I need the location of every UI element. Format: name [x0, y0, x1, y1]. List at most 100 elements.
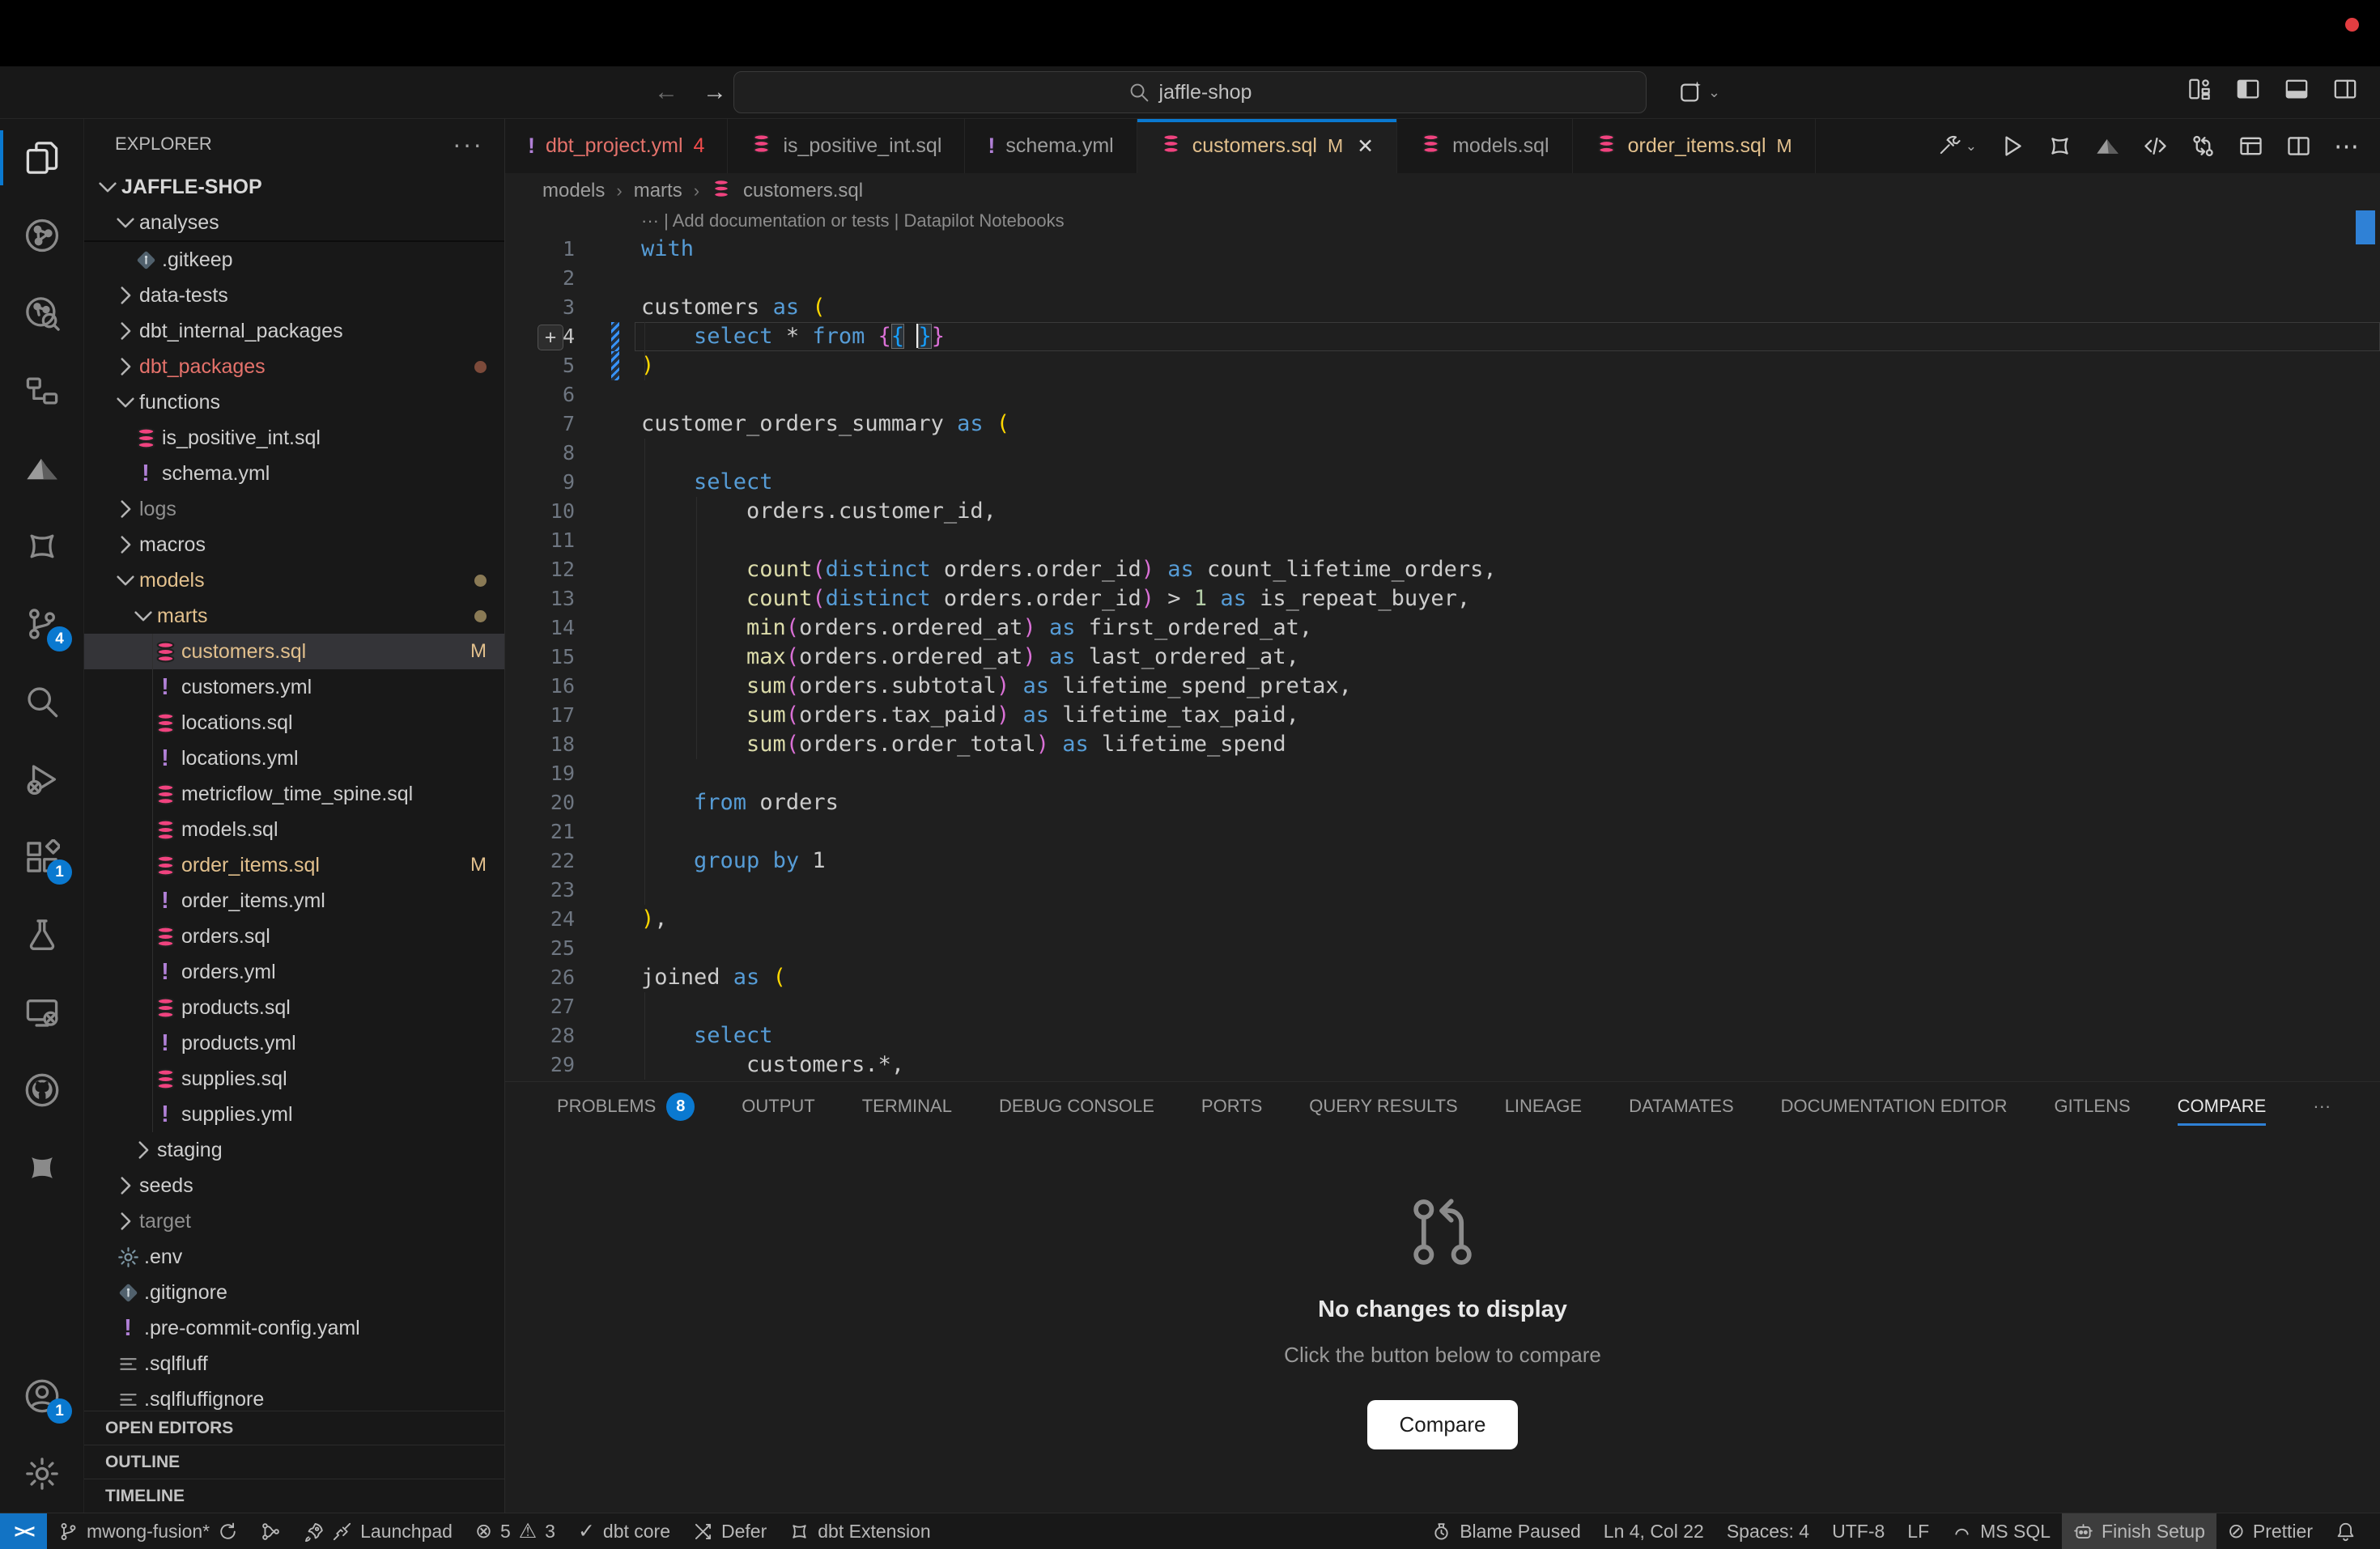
more-actions-button[interactable]: ⋯: [2334, 134, 2359, 159]
activity-dbt-power-user-filled[interactable]: [0, 1129, 83, 1207]
code-line-29[interactable]: 29 customers.*,: [505, 1050, 2380, 1080]
tree-item-products.sql[interactable]: products.sql: [84, 990, 504, 1025]
nav-forward-button[interactable]: →: [703, 79, 727, 106]
language-mode-status[interactable]: MS SQL: [1940, 1513, 2062, 1549]
activity-settings[interactable]: [0, 1435, 83, 1513]
tree-item-supplies.sql[interactable]: supplies.sql: [84, 1061, 504, 1097]
tree-item-order_items.yml[interactable]: !order_items.yml: [84, 883, 504, 919]
tree-item-locations.yml[interactable]: !locations.yml: [84, 741, 504, 776]
tree-item-target[interactable]: target: [84, 1203, 504, 1239]
code-line-12[interactable]: 12 count(distinct orders.order_id) as co…: [505, 555, 2380, 584]
tree-item-models.sql[interactable]: models.sql: [84, 812, 504, 847]
code-line-1[interactable]: 1with: [505, 235, 2380, 264]
code-line-20[interactable]: 20 from orders: [505, 788, 2380, 817]
panel-tab-gitlens[interactable]: GITLENS: [2055, 1082, 2131, 1131]
panel-tab-compare[interactable]: COMPARE: [2178, 1082, 2267, 1131]
notifications-status[interactable]: [2324, 1513, 2367, 1549]
dbt-build-button[interactable]: ⌄: [1937, 134, 1977, 159]
tree-item-staging[interactable]: staging: [84, 1132, 504, 1168]
defer-status[interactable]: Defer: [682, 1513, 778, 1549]
section-timeline[interactable]: TIMELINE: [84, 1479, 504, 1513]
dbt-core-status[interactable]: ✓dbt core: [567, 1513, 682, 1549]
tree-item-dbt_internal_packages[interactable]: dbt_internal_packages: [84, 313, 504, 349]
tab-models.sql[interactable]: models.sql: [1397, 119, 1573, 173]
compare-button[interactable]: Compare: [1367, 1400, 1519, 1449]
more-actions-icon[interactable]: ···: [453, 129, 483, 159]
activity-accounts[interactable]: 1: [0, 1357, 83, 1435]
tree-item-metricflow_time_spine.sql[interactable]: metricflow_time_spine.sql: [84, 776, 504, 812]
activity-dbt-power-user[interactable]: [0, 507, 83, 585]
tree-item-supplies.yml[interactable]: !supplies.yml: [84, 1097, 504, 1132]
customize-layout-button[interactable]: [2187, 77, 2212, 108]
breadcrumb-item[interactable]: models: [542, 180, 605, 202]
command-center-search[interactable]: jaffle-shop: [733, 71, 1647, 113]
dbt-power-user-button[interactable]: [2047, 134, 2072, 159]
tree-item-marts[interactable]: marts: [84, 598, 504, 634]
code-line-4[interactable]: +4 select * from {{ }}: [505, 322, 2380, 351]
panel-tab-debug-console[interactable]: DEBUG CONSOLE: [999, 1082, 1154, 1131]
tab-order_items.sql[interactable]: order_items.sqlM: [1573, 119, 1816, 173]
activity-source-control[interactable]: 4: [0, 585, 83, 663]
breadcrumb[interactable]: models›marts›customers.sql: [505, 173, 2380, 209]
code-line-11[interactable]: 11: [505, 526, 2380, 555]
tab-dbt_project.yml[interactable]: !dbt_project.yml4: [505, 119, 728, 173]
code-line-10[interactable]: 10 orders.customer_id,: [505, 497, 2380, 526]
prettier-status[interactable]: ⊘Prettier: [2216, 1513, 2324, 1549]
tree-item-.env[interactable]: .env: [84, 1239, 504, 1275]
tree-item-dbt_packages[interactable]: dbt_packages: [84, 349, 504, 384]
code-line-26[interactable]: 26joined as (: [505, 963, 2380, 992]
code-line-28[interactable]: 28 select: [505, 1021, 2380, 1050]
activity-extensions[interactable]: 1: [0, 818, 83, 896]
tree-item-.sqlfluffignore[interactable]: .sqlfluffignore: [84, 1381, 504, 1411]
tree-item-JAFFLE-SHOP[interactable]: JAFFLE-SHOP: [84, 169, 504, 205]
panel-tab-ports[interactable]: PORTS: [1201, 1082, 1262, 1131]
code-line-15[interactable]: 15 max(orders.ordered_at) as last_ordere…: [505, 643, 2380, 672]
indentation-status[interactable]: Spaces: 4: [1715, 1513, 1821, 1549]
toggle-secondary-sidebar-button[interactable]: [2333, 77, 2357, 108]
tree-item-customers.sql[interactable]: customers.sqlM: [84, 634, 504, 669]
encoding-status[interactable]: UTF-8: [1821, 1513, 1896, 1549]
panel-tab-output[interactable]: OUTPUT: [742, 1082, 814, 1131]
code-line-7[interactable]: 7customer_orders_summary as (: [505, 410, 2380, 439]
codelens[interactable]: ··· | Add documentation or tests | Datap…: [505, 209, 2380, 235]
close-icon[interactable]: ✕: [1357, 134, 1374, 159]
code-line-13[interactable]: 13 count(distinct orders.order_id) > 1 a…: [505, 584, 2380, 613]
blame-status[interactable]: Blame Paused: [1420, 1513, 1592, 1549]
activity-flowchart[interactable]: [0, 352, 83, 430]
tree-item-seeds[interactable]: seeds: [84, 1168, 504, 1203]
panel-more-tabs[interactable]: ···: [2313, 1082, 2331, 1131]
pipeline-status[interactable]: [249, 1513, 292, 1549]
query-results-button[interactable]: [2238, 134, 2263, 159]
panel-tab-terminal[interactable]: TERMINAL: [862, 1082, 952, 1131]
datapilot-button[interactable]: [2095, 134, 2120, 159]
code-line-2[interactable]: 2: [505, 264, 2380, 293]
activity-remote-explorer[interactable]: [0, 974, 83, 1051]
tab-is_positive_int.sql[interactable]: is_positive_int.sql: [728, 119, 965, 173]
activity-dbt-query[interactable]: [0, 274, 83, 352]
code-line-8[interactable]: 8: [505, 439, 2380, 468]
activity-testing[interactable]: [0, 896, 83, 974]
code-editor[interactable]: ··· | Add documentation or tests | Datap…: [505, 209, 2380, 1081]
tree-item-.gitignore[interactable]: .gitignore: [84, 1275, 504, 1310]
activity-run-and-debug[interactable]: [0, 741, 83, 818]
code-line-5[interactable]: 5): [505, 351, 2380, 380]
problems-status[interactable]: ⊗5⚠3: [464, 1513, 567, 1549]
tree-item-.pre-commit-config.yaml[interactable]: !.pre-commit-config.yaml: [84, 1310, 504, 1346]
code-line-21[interactable]: 21: [505, 817, 2380, 847]
code-line-6[interactable]: 6: [505, 380, 2380, 410]
breadcrumb-item[interactable]: marts: [634, 180, 682, 202]
tree-item-schema.yml[interactable]: !schema.yml: [84, 456, 504, 491]
section-outline[interactable]: OUTLINE: [84, 1445, 504, 1479]
activity-search[interactable]: [0, 663, 83, 741]
code-line-22[interactable]: 22 group by 1: [505, 847, 2380, 876]
tree-item-is_positive_int.sql[interactable]: is_positive_int.sql: [84, 420, 504, 456]
tree-item-analyses[interactable]: analyses: [84, 205, 504, 242]
finish-setup-status[interactable]: Finish Setup: [2062, 1513, 2216, 1549]
code-line-9[interactable]: 9 select: [505, 468, 2380, 497]
launchpad-status[interactable]: Launchpad: [292, 1513, 464, 1549]
code-line-3[interactable]: 3customers as (: [505, 293, 2380, 322]
panel-tab-problems[interactable]: PROBLEMS8: [557, 1082, 695, 1131]
tree-item-functions[interactable]: functions: [84, 384, 504, 420]
tree-item-products.yml[interactable]: !products.yml: [84, 1025, 504, 1061]
execute-query-button[interactable]: [2000, 134, 2025, 159]
